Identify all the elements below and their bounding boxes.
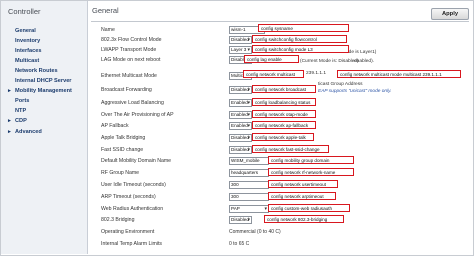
rf-group-input[interactable]: headquarters [229,169,269,177]
fast-ssid-label: Fast SSID change [101,147,144,153]
cli-command-box: config mobility group domain [268,156,354,164]
expand-icon[interactable]: ► [7,88,12,94]
lwapp-transport-label: LWAPP Transport Mode [101,47,157,53]
cli-command-box: config network apple-talk [252,133,314,141]
multicast-group-note: ticast Group Address [318,82,363,87]
sidebar-item-ntp[interactable]: NTP [15,108,26,114]
sidebar-item-multicast[interactable]: Multicast [15,58,39,64]
temp-alarm-label: Internal Temp Alarm Limits [101,241,163,247]
multicast-support-note: EAP supports "unicast" mode only. [318,89,392,94]
divider [91,21,469,22]
ethernet-multicast-label: Ethernet Multicast Mode [101,73,157,79]
lag-mode-label: LAG Mode on next reboot [101,57,161,63]
cli-command-box: config network arptimeout [268,192,336,200]
cli-command-box: config network rf-network-name [268,168,354,176]
apply-button[interactable]: Apply [431,8,469,20]
cli-command-box: config custom-web radiusauth [268,204,350,212]
operating-env-label: Operating Environment [101,229,155,235]
aggressive-lb-select[interactable]: Enabled [229,99,252,107]
bridging-label: 802.3 Bridging [101,217,135,223]
lwapp-transport-select[interactable]: Layer 3 [229,46,252,54]
user-idle-timeout-input[interactable]: 300 [229,181,269,189]
sidebar-item-network-routes[interactable]: Network Routes [15,68,58,74]
operating-env-value: Commercial (0 to 40 C) [229,229,281,235]
flow-control-label: 802.3x Flow Control Mode [101,37,162,43]
mobility-domain-input[interactable]: WISM_mobile [229,157,269,165]
arp-timeout-label: ARP Timeout (seconds) [101,194,156,200]
otap-select[interactable]: Enabled [229,111,252,119]
sidebar-item-ports[interactable]: Ports [15,98,29,104]
ap-fallback-select[interactable]: Enabled [229,122,252,130]
arp-timeout-input[interactable]: 300 [229,193,269,201]
sidebar-item-internal-dhcp-server[interactable]: Internal DHCP Server [15,78,71,84]
aggressive-lb-label: Aggressive Load Balancing [101,100,164,106]
cli-command-box: config switchconfig flowcontrol [252,35,347,43]
bridging-select[interactable]: Disabled [229,216,252,224]
cli-command-box: config network broadcast [252,85,316,93]
lag-enabled-note: enabled). [354,59,375,64]
lag-current-mode-note: (Current Mode is: Disabled) [300,59,359,64]
cli-command-box: config sysname [258,24,349,32]
name-label: Name [101,27,115,33]
sidebar-item-mobility-management[interactable]: Mobility Management [15,88,72,94]
sidebar-item-cdp[interactable]: CDP [15,118,27,124]
ap-fallback-label: AP Fallback [101,123,129,129]
multicast-address-value: 239.1.1.1 [306,71,327,76]
temp-alarm-value: 0 to 65 C [229,241,250,247]
otap-label: Over The Air Provisioning of AP [101,112,174,118]
sidebar-item-general[interactable]: General [15,28,36,34]
cli-command-box: config network usertimeout [268,180,338,188]
apple-talk-label: Apple Talk Bridging [101,135,146,141]
cli-command-box: config network multicast mode multicast … [337,70,461,78]
page-title: General [92,6,119,15]
sidebar-item-inventory[interactable]: Inventory [15,38,40,44]
web-radius-label: Web Radius Authentication [101,206,164,212]
sidebar-item-advanced[interactable]: Advanced [15,129,42,135]
flow-control-select[interactable]: Disabled [229,36,252,44]
expand-icon[interactable]: ► [7,129,12,135]
cli-command-box: config network otap-mode [252,110,316,118]
web-radius-select[interactable]: PAP [229,205,269,213]
sidebar: Controller General Inventory Interfaces … [1,1,88,254]
rf-group-label: RF Group Name [101,170,140,176]
cli-command-box: config loadbalancing status [252,98,316,106]
cli-command-box: config network ap-fallback [252,121,316,129]
cli-command-box: config network 802.3-bridging [264,215,344,223]
fast-ssid-select[interactable]: Disabled [229,146,252,154]
cli-command-box: config network fast-ssid-change [252,145,329,153]
expand-icon[interactable]: ► [7,118,12,124]
apple-talk-select[interactable]: Disabled [229,134,252,142]
cli-command-box: config lag enable [244,55,299,63]
cli-command-box: config network multicast [243,70,304,78]
broadcast-forwarding-label: Broadcast Forwarding [101,87,152,93]
sidebar-item-interfaces[interactable]: Interfaces [15,48,41,54]
cli-command-box: config switchconfig mode L3 [252,45,349,53]
sidebar-title: Controller [8,7,41,16]
broadcast-forwarding-select[interactable]: Disabled [229,86,252,94]
user-idle-timeout-label: User Idle Timeout (seconds) [101,182,166,188]
mobility-domain-label: Default Mobility Domain Name [101,158,172,164]
